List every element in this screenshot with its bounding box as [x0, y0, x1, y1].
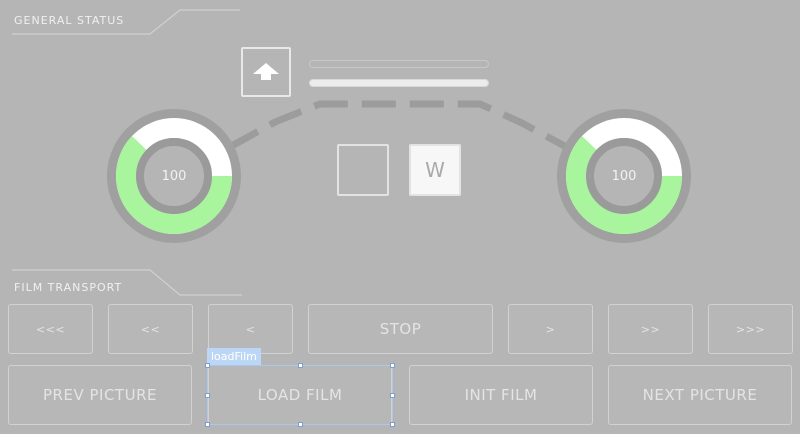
resize-handle-top-right[interactable]	[390, 363, 395, 368]
rewind-medium-button[interactable]: <<	[108, 304, 193, 354]
selection-tag: loadFilm	[207, 348, 261, 365]
rewind-slow-button[interactable]: <	[208, 304, 293, 354]
status-bar-bottom	[309, 79, 489, 87]
film-transport-title: FILM TRANSPORT	[14, 281, 123, 294]
eject-up-arrow-icon	[253, 63, 279, 80]
load-film-button[interactable]: LOAD FILM	[208, 365, 392, 425]
right-reel-value: 100	[611, 168, 637, 184]
resize-handle-right[interactable]	[390, 393, 395, 398]
right-reel-gauge: 100	[556, 108, 692, 244]
stop-button[interactable]: STOP	[308, 304, 493, 354]
status-bar-top	[309, 60, 489, 68]
resize-handle-bottom-left[interactable]	[205, 422, 210, 427]
forward-slow-button[interactable]: >	[508, 304, 593, 354]
resize-handle-bottom[interactable]	[298, 422, 303, 427]
toggle-w-button[interactable]: W	[409, 144, 461, 196]
eject-button[interactable]	[241, 47, 291, 97]
resize-handle-top[interactable]	[298, 363, 303, 368]
init-film-button[interactable]: INIT FILM	[409, 365, 593, 425]
left-reel-value: 100	[161, 168, 187, 184]
rewind-fast-button[interactable]: <<<	[8, 304, 93, 354]
prev-picture-button[interactable]: PREV PICTURE	[8, 365, 192, 425]
forward-medium-button[interactable]: >>	[608, 304, 693, 354]
left-reel-gauge: 100	[106, 108, 242, 244]
resize-handle-top-left[interactable]	[205, 363, 210, 368]
forward-fast-button[interactable]: >>>	[708, 304, 793, 354]
next-picture-button[interactable]: NEXT PICTURE	[608, 365, 792, 425]
toggle-w-label: W	[425, 158, 445, 182]
general-status-title: GENERAL STATUS	[14, 14, 125, 27]
resize-handle-bottom-right[interactable]	[390, 422, 395, 427]
resize-handle-left[interactable]	[205, 393, 210, 398]
toggle-left-button[interactable]	[337, 144, 389, 196]
